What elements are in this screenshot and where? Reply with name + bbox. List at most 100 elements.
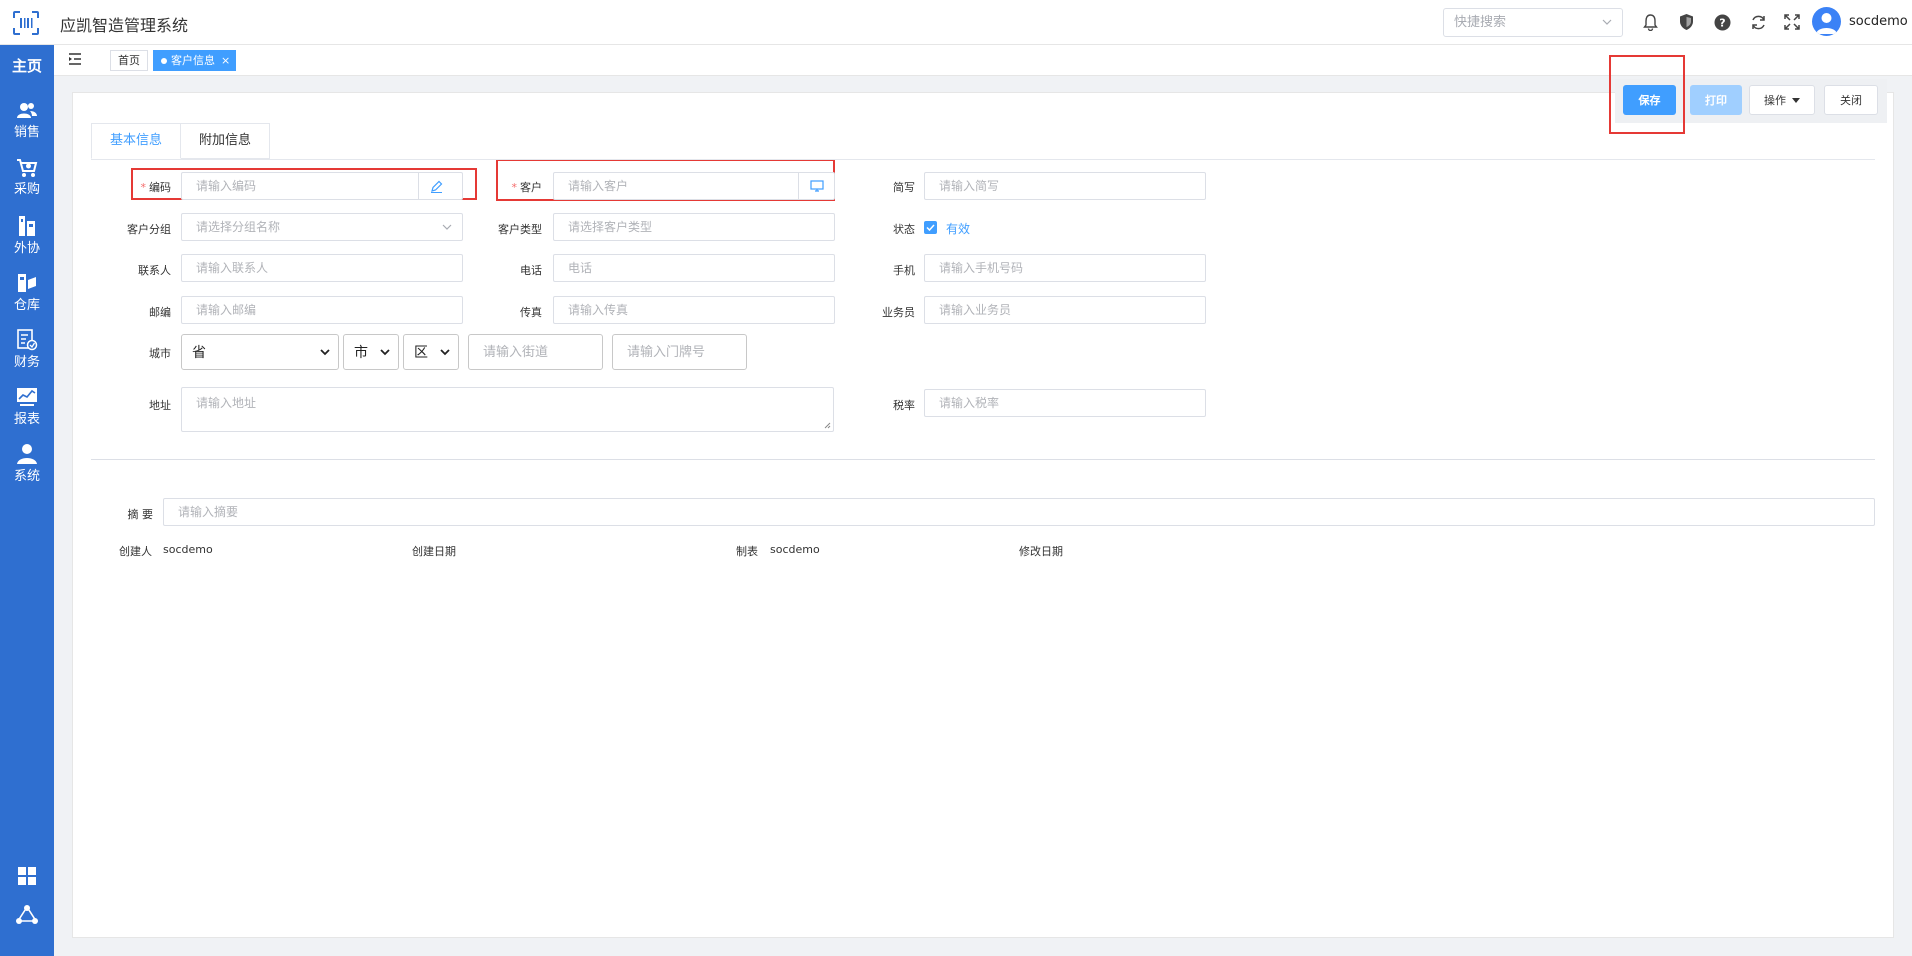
customer-input[interactable] <box>554 173 798 199</box>
sidebar-item-label: 报表 <box>13 412 40 427</box>
mobile-field[interactable] <box>924 254 1206 282</box>
sidebar-item-system[interactable]: 系统 <box>0 443 54 495</box>
print-button[interactable]: 打印 <box>1690 85 1742 115</box>
mobile-label: 手机 <box>893 264 915 277</box>
group-input[interactable] <box>182 214 462 240</box>
sidebar-item-outsource[interactable]: 外协 <box>0 215 54 267</box>
province-select[interactable]: 省 <box>181 334 339 370</box>
summary-input[interactable] <box>164 499 1874 525</box>
tab-basic-info[interactable]: 基本信息 <box>91 123 182 159</box>
apps-grid-icon[interactable] <box>0 867 54 885</box>
address-field[interactable] <box>181 387 834 432</box>
tab-extra-info[interactable]: 附加信息 <box>181 123 271 159</box>
tax-input[interactable] <box>925 390 1205 416</box>
district-value: 区 <box>414 345 428 361</box>
modified-date-label: 修改日期 <box>1019 545 1063 558</box>
type-input[interactable] <box>554 214 834 240</box>
contact-label: 联系人 <box>138 264 171 277</box>
monitor-icon[interactable] <box>798 173 834 199</box>
section-divider <box>91 459 1875 460</box>
contact-input[interactable] <box>182 255 462 281</box>
door-number-field[interactable] <box>612 334 747 370</box>
tax-field[interactable] <box>924 389 1206 417</box>
user-icon <box>17 444 37 464</box>
phone-field[interactable] <box>553 254 835 282</box>
menu-fold-icon[interactable] <box>68 53 82 65</box>
created-date-label: 创建日期 <box>412 545 456 558</box>
zip-field[interactable] <box>181 296 463 324</box>
address-textarea[interactable] <box>182 388 833 431</box>
mobile-input[interactable] <box>925 255 1205 281</box>
status-checkbox[interactable] <box>924 221 937 234</box>
tab-home[interactable]: 首页 <box>110 50 148 71</box>
avatar[interactable] <box>1812 7 1841 36</box>
door-number-input[interactable] <box>613 335 746 369</box>
sidebar: 主页 销售 采购 外协 仓库 财务 报表 系统 <box>0 45 54 956</box>
type-field[interactable] <box>553 213 835 241</box>
code-input[interactable] <box>182 173 426 199</box>
fax-input[interactable] <box>554 297 834 323</box>
network-icon[interactable] <box>0 904 54 926</box>
quick-search-input[interactable] <box>1444 9 1594 36</box>
fullscreen-icon[interactable] <box>1782 12 1802 32</box>
edit-icon[interactable] <box>418 173 454 199</box>
sidebar-item-report[interactable]: 报表 <box>0 386 54 438</box>
status-label: 状态 <box>893 223 915 236</box>
resize-handle-icon[interactable] <box>824 422 831 429</box>
app-header: 应凯智造管理系统 ? socdemo <box>0 0 1912 45</box>
chevron-down-icon <box>380 349 390 356</box>
form-tabs: 基本信息 附加信息 <box>91 123 271 159</box>
sidebar-item-label: 采购 <box>13 182 40 197</box>
district-select[interactable]: 区 <box>403 334 459 370</box>
sidebar-item-sales[interactable]: 销售 <box>0 101 54 153</box>
sidebar-item-label: 系统 <box>13 469 40 484</box>
status-value[interactable]: 有效 <box>946 220 970 237</box>
close-button[interactable]: 关闭 <box>1824 85 1878 115</box>
cart-icon <box>17 159 38 177</box>
check-icon <box>926 224 935 231</box>
street-input[interactable] <box>469 335 602 369</box>
tab-customer-info[interactable]: 客户信息 × <box>153 50 237 71</box>
shield-icon[interactable] <box>1676 12 1696 32</box>
phone-input[interactable] <box>554 255 834 281</box>
code-field[interactable] <box>181 172 463 200</box>
fax-label: 传真 <box>520 306 542 319</box>
summary-label: 摘 要 <box>127 508 154 521</box>
warehouse-icon <box>18 274 36 292</box>
sidebar-item-finance[interactable]: 财务 <box>0 329 54 381</box>
salesman-field[interactable] <box>924 296 1206 324</box>
close-tab-icon[interactable]: × <box>221 50 230 71</box>
help-icon[interactable]: ? <box>1712 12 1732 32</box>
sidebar-item-warehouse[interactable]: 仓库 <box>0 272 54 324</box>
bell-icon[interactable] <box>1640 12 1660 32</box>
street-field[interactable] <box>468 334 603 370</box>
abbr-field[interactable] <box>924 172 1206 200</box>
contact-field[interactable] <box>181 254 463 282</box>
zip-label: 邮编 <box>149 306 171 319</box>
tax-label: 税率 <box>893 399 915 412</box>
operations-dropdown-button[interactable]: 操作 <box>1749 85 1815 115</box>
salesman-label: 业务员 <box>882 306 915 319</box>
sidebar-item-purchase[interactable]: 采购 <box>0 158 54 210</box>
city-select[interactable]: 市 <box>343 334 399 370</box>
zip-input[interactable] <box>182 297 462 323</box>
caret-down-icon <box>1792 97 1800 103</box>
username[interactable]: socdemo <box>1849 14 1908 29</box>
app-title: 应凯智造管理系统 <box>60 16 189 35</box>
creator-label: 创建人 <box>119 545 152 558</box>
refresh-icon[interactable] <box>1748 12 1768 32</box>
abbr-input[interactable] <box>925 173 1205 199</box>
sidebar-item-label: 销售 <box>13 125 40 140</box>
fax-field[interactable] <box>553 296 835 324</box>
code-label: * 编码 <box>140 181 172 194</box>
customer-field[interactable] <box>553 172 835 200</box>
chevron-down-icon <box>1602 19 1612 25</box>
quick-search-select[interactable] <box>1443 8 1623 37</box>
address-label: 地址 <box>149 399 171 412</box>
tabs-divider <box>91 159 1875 160</box>
summary-field[interactable] <box>163 498 1875 526</box>
group-select[interactable] <box>181 213 463 241</box>
sidebar-item-label: 财务 <box>13 355 40 370</box>
salesman-input[interactable] <box>925 297 1205 323</box>
sidebar-item-home[interactable]: 主页 <box>0 55 54 76</box>
